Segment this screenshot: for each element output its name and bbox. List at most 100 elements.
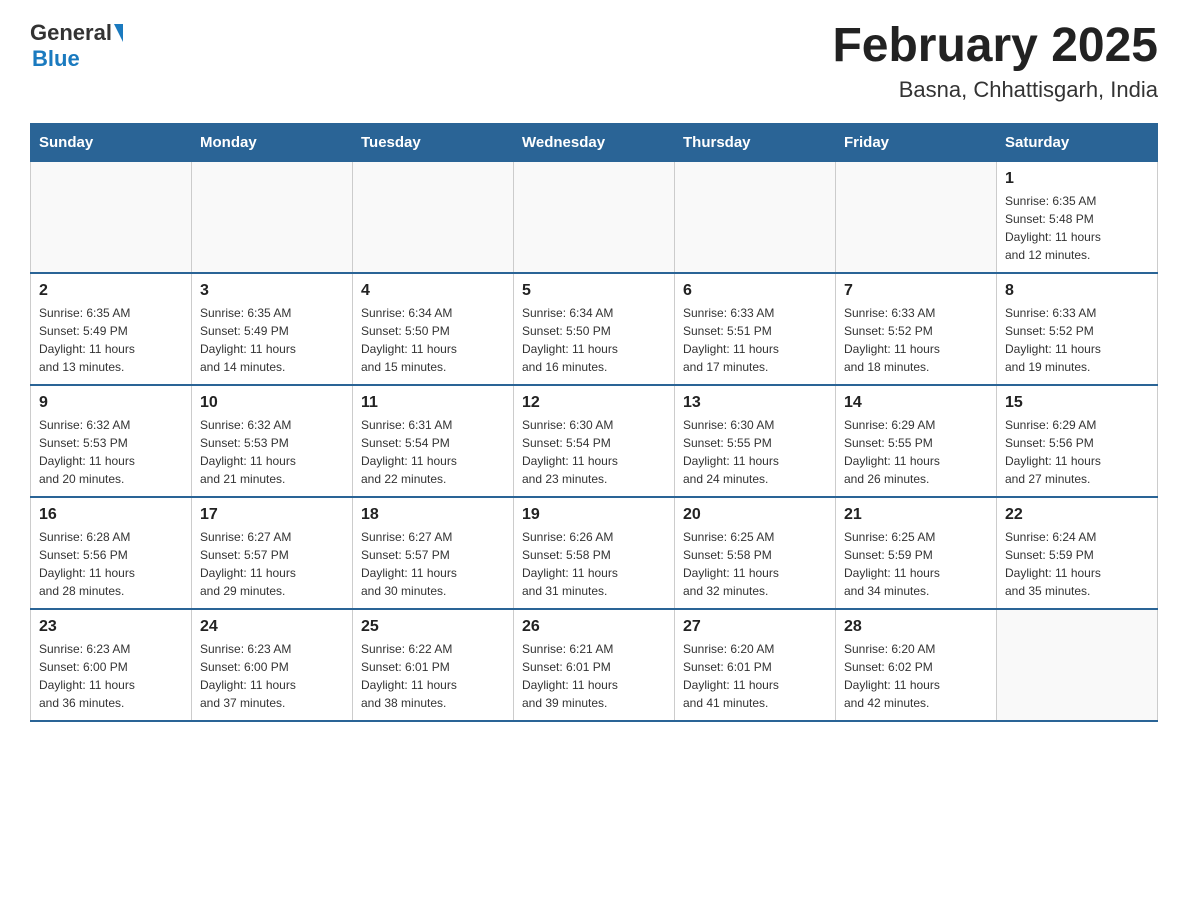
calendar-cell: 12 Sunrise: 6:30 AM Sunset: 5:54 PM Dayli… (514, 385, 675, 497)
day-info: Sunrise: 6:29 AM Sunset: 5:55 PM Dayligh… (844, 416, 988, 488)
calendar-cell: 4 Sunrise: 6:34 AM Sunset: 5:50 PM Daylig… (353, 273, 514, 385)
calendar-cell: 1 Sunrise: 6:35 AM Sunset: 5:48 PM Daylig… (997, 161, 1158, 273)
calendar-week-row: 2 Sunrise: 6:35 AM Sunset: 5:49 PM Daylig… (31, 273, 1158, 385)
day-number: 15 (1005, 394, 1149, 412)
calendar-week-row: 16 Sunrise: 6:28 AM Sunset: 5:56 PM Dayli… (31, 497, 1158, 609)
day-number: 19 (522, 506, 666, 524)
calendar-cell: 19 Sunrise: 6:26 AM Sunset: 5:58 PM Dayli… (514, 497, 675, 609)
title-block: February 2025 Basna, Chhattisgarh, India (832, 20, 1158, 103)
calendar-cell: 6Sunrise: 6:33 AM Sunset: 5:51 PM Daylig… (675, 273, 836, 385)
day-number: 27 (683, 618, 827, 636)
calendar-cell: 5 Sunrise: 6:34 AM Sunset: 5:50 PM Daylig… (514, 273, 675, 385)
day-info: Sunrise: 6:33 AM Sunset: 5:52 PM Dayligh… (844, 304, 988, 376)
calendar-cell (836, 161, 997, 273)
calendar-cell: 9 Sunrise: 6:32 AM Sunset: 5:53 PM Daylig… (31, 385, 192, 497)
day-number: 10 (200, 394, 344, 412)
day-info: Sunrise: 6:25 AM Sunset: 5:59 PM Dayligh… (844, 528, 988, 600)
day-info: Sunrise: 6:35 AM Sunset: 5:49 PM Dayligh… (200, 304, 344, 376)
day-info: Sunrise: 6:22 AM Sunset: 6:01 PM Dayligh… (361, 640, 505, 712)
calendar-cell: 2 Sunrise: 6:35 AM Sunset: 5:49 PM Daylig… (31, 273, 192, 385)
calendar-cell (31, 161, 192, 273)
calendar-cell: 13Sunrise: 6:30 AM Sunset: 5:55 PM Dayli… (675, 385, 836, 497)
calendar-cell: 8 Sunrise: 6:33 AM Sunset: 5:52 PM Daylig… (997, 273, 1158, 385)
day-info: Sunrise: 6:35 AM Sunset: 5:49 PM Dayligh… (39, 304, 183, 376)
header-row: Sunday Monday Tuesday Wednesday Thursday… (31, 123, 1158, 161)
day-number: 20 (683, 506, 827, 524)
calendar-week-row: 23 Sunrise: 6:23 AM Sunset: 6:00 PM Dayli… (31, 609, 1158, 721)
day-number: 22 (1005, 506, 1149, 524)
day-info: Sunrise: 6:32 AM Sunset: 5:53 PM Dayligh… (200, 416, 344, 488)
day-info: Sunrise: 6:31 AM Sunset: 5:54 PM Dayligh… (361, 416, 505, 488)
day-number: 4 (361, 282, 505, 300)
calendar-cell (514, 161, 675, 273)
day-number: 25 (361, 618, 505, 636)
calendar-cell: 23 Sunrise: 6:23 AM Sunset: 6:00 PM Dayli… (31, 609, 192, 721)
calendar-table: Sunday Monday Tuesday Wednesday Thursday… (30, 123, 1158, 722)
calendar-week-row: 1 Sunrise: 6:35 AM Sunset: 5:48 PM Daylig… (31, 161, 1158, 273)
calendar-cell: 22 Sunrise: 6:24 AM Sunset: 5:59 PM Dayli… (997, 497, 1158, 609)
day-number: 21 (844, 506, 988, 524)
day-info: Sunrise: 6:21 AM Sunset: 6:01 PM Dayligh… (522, 640, 666, 712)
calendar-cell: 17 Sunrise: 6:27 AM Sunset: 5:57 PM Dayli… (192, 497, 353, 609)
calendar-cell: 21 Sunrise: 6:25 AM Sunset: 5:59 PM Dayli… (836, 497, 997, 609)
day-number: 1 (1005, 170, 1149, 188)
logo-general-text: General (30, 20, 112, 46)
calendar-cell: 7 Sunrise: 6:33 AM Sunset: 5:52 PM Daylig… (836, 273, 997, 385)
day-info: Sunrise: 6:25 AM Sunset: 5:58 PM Dayligh… (683, 528, 827, 600)
col-thursday: Thursday (675, 123, 836, 161)
day-info: Sunrise: 6:23 AM Sunset: 6:00 PM Dayligh… (39, 640, 183, 712)
day-number: 23 (39, 618, 183, 636)
day-info: Sunrise: 6:28 AM Sunset: 5:56 PM Dayligh… (39, 528, 183, 600)
calendar-cell: 18 Sunrise: 6:27 AM Sunset: 5:57 PM Dayli… (353, 497, 514, 609)
calendar-cell: 24Sunrise: 6:23 AM Sunset: 6:00 PM Dayli… (192, 609, 353, 721)
calendar-cell: 14 Sunrise: 6:29 AM Sunset: 5:55 PM Dayli… (836, 385, 997, 497)
col-saturday: Saturday (997, 123, 1158, 161)
calendar-cell: 26Sunrise: 6:21 AM Sunset: 6:01 PM Dayli… (514, 609, 675, 721)
day-info: Sunrise: 6:27 AM Sunset: 5:57 PM Dayligh… (361, 528, 505, 600)
calendar-cell (353, 161, 514, 273)
day-number: 5 (522, 282, 666, 300)
day-info: Sunrise: 6:29 AM Sunset: 5:56 PM Dayligh… (1005, 416, 1149, 488)
day-number: 28 (844, 618, 988, 636)
day-info: Sunrise: 6:34 AM Sunset: 5:50 PM Dayligh… (361, 304, 505, 376)
calendar-cell: 28 Sunrise: 6:20 AM Sunset: 6:02 PM Dayli… (836, 609, 997, 721)
calendar-week-row: 9 Sunrise: 6:32 AM Sunset: 5:53 PM Daylig… (31, 385, 1158, 497)
calendar-cell (192, 161, 353, 273)
day-number: 14 (844, 394, 988, 412)
calendar-cell (997, 609, 1158, 721)
calendar-cell: 11Sunrise: 6:31 AM Sunset: 5:54 PM Dayli… (353, 385, 514, 497)
day-number: 9 (39, 394, 183, 412)
day-info: Sunrise: 6:24 AM Sunset: 5:59 PM Dayligh… (1005, 528, 1149, 600)
day-info: Sunrise: 6:33 AM Sunset: 5:52 PM Dayligh… (1005, 304, 1149, 376)
calendar-cell: 3 Sunrise: 6:35 AM Sunset: 5:49 PM Daylig… (192, 273, 353, 385)
day-info: Sunrise: 6:26 AM Sunset: 5:58 PM Dayligh… (522, 528, 666, 600)
day-info: Sunrise: 6:20 AM Sunset: 6:02 PM Dayligh… (844, 640, 988, 712)
day-number: 7 (844, 282, 988, 300)
day-info: Sunrise: 6:32 AM Sunset: 5:53 PM Dayligh… (39, 416, 183, 488)
day-number: 13 (683, 394, 827, 412)
calendar-body: 1 Sunrise: 6:35 AM Sunset: 5:48 PM Daylig… (31, 161, 1158, 721)
day-number: 8 (1005, 282, 1149, 300)
col-monday: Monday (192, 123, 353, 161)
day-number: 12 (522, 394, 666, 412)
calendar-cell: 16 Sunrise: 6:28 AM Sunset: 5:56 PM Dayli… (31, 497, 192, 609)
calendar-cell: 10 Sunrise: 6:32 AM Sunset: 5:53 PM Dayli… (192, 385, 353, 497)
day-info: Sunrise: 6:35 AM Sunset: 5:48 PM Dayligh… (1005, 192, 1149, 264)
calendar-cell: 20 Sunrise: 6:25 AM Sunset: 5:58 PM Dayli… (675, 497, 836, 609)
day-info: Sunrise: 6:20 AM Sunset: 6:01 PM Dayligh… (683, 640, 827, 712)
day-number: 18 (361, 506, 505, 524)
location-title: Basna, Chhattisgarh, India (832, 77, 1158, 103)
col-friday: Friday (836, 123, 997, 161)
calendar-header: Sunday Monday Tuesday Wednesday Thursday… (31, 123, 1158, 161)
day-number: 17 (200, 506, 344, 524)
day-info: Sunrise: 6:23 AM Sunset: 6:00 PM Dayligh… (200, 640, 344, 712)
col-tuesday: Tuesday (353, 123, 514, 161)
day-info: Sunrise: 6:34 AM Sunset: 5:50 PM Dayligh… (522, 304, 666, 376)
day-number: 16 (39, 506, 183, 524)
day-info: Sunrise: 6:27 AM Sunset: 5:57 PM Dayligh… (200, 528, 344, 600)
day-number: 3 (200, 282, 344, 300)
calendar-cell: 25 Sunrise: 6:22 AM Sunset: 6:01 PM Dayli… (353, 609, 514, 721)
col-wednesday: Wednesday (514, 123, 675, 161)
day-number: 2 (39, 282, 183, 300)
day-info: Sunrise: 6:30 AM Sunset: 5:54 PM Dayligh… (522, 416, 666, 488)
